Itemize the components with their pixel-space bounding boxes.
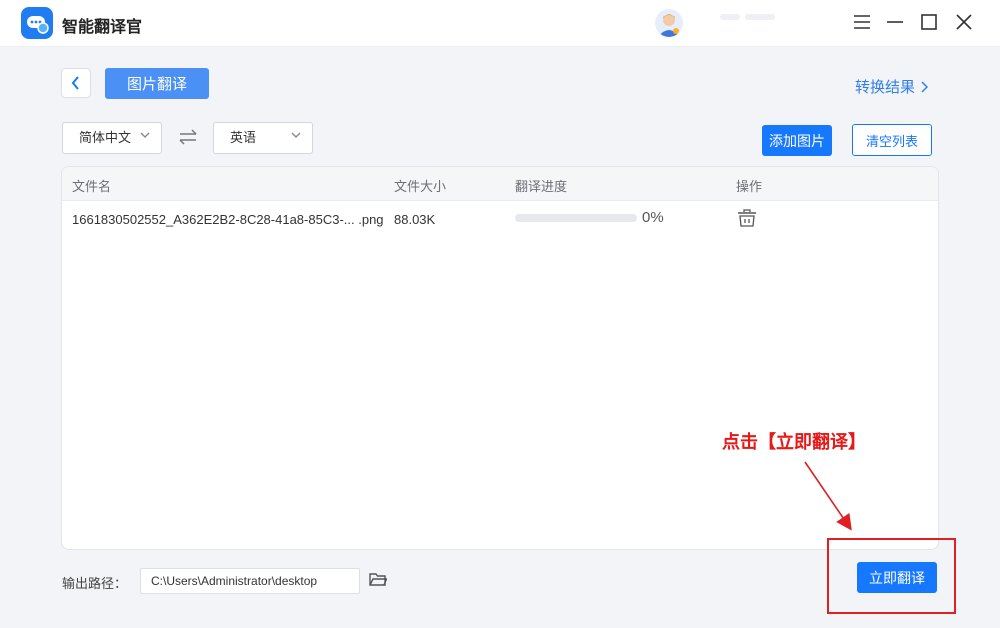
progress-percent: 0% [642,209,664,226]
page-title[interactable]: 图片翻译 [105,68,209,99]
chevron-right-icon [921,81,928,93]
source-language-value: 简体中文 [79,123,134,153]
chevron-down-icon [290,129,302,141]
file-table: 文件名 文件大小 翻译进度 操作 1661830502552_A362E2B2-… [61,166,939,550]
trash-icon[interactable] [737,209,757,227]
column-header-size: 文件大小 [394,176,446,195]
swap-icon[interactable] [178,129,198,145]
translate-now-button[interactable]: 立即翻译 [857,562,937,593]
menu-icon[interactable] [851,11,873,33]
clear-list-button[interactable]: 清空列表 [852,124,932,156]
back-button[interactable] [61,68,91,98]
minimize-icon[interactable] [884,11,906,33]
title-bar: 智能翻译官 [0,0,1000,47]
progress-bar [515,214,637,222]
column-header-progress: 翻译进度 [515,176,567,195]
folder-icon[interactable] [369,572,387,587]
chevron-down-icon [139,129,151,141]
conversion-result-link[interactable]: 转换结果 [855,76,928,97]
column-header-action: 操作 [736,176,762,195]
output-path-field[interactable]: C:\Users\Administrator\desktop [140,568,360,594]
close-icon[interactable] [953,11,975,33]
conversion-result-label: 转换结果 [855,76,915,97]
user-avatar[interactable] [655,9,683,37]
back-icon [71,76,81,90]
output-path-label: 输出路径： [62,573,127,592]
column-header-filename: 文件名 [72,176,111,195]
app-title: 智能翻译官 [62,13,142,37]
annotation-label: 点击【立即翻译】 [722,428,866,454]
file-size: 88.03K [394,212,435,227]
target-language-select[interactable]: 英语 [213,122,313,154]
add-image-button[interactable]: 添加图片 [762,125,832,156]
maximize-icon[interactable] [918,11,940,33]
file-name: 1661830502552_A362E2B2-8C28-41a8-85C3-..… [72,212,384,227]
blurred-text [745,14,775,20]
app-logo-icon [21,7,53,39]
source-language-select[interactable]: 简体中文 [62,122,162,154]
table-header: 文件名 文件大小 翻译进度 操作 [62,167,938,201]
blurred-text [720,14,740,20]
